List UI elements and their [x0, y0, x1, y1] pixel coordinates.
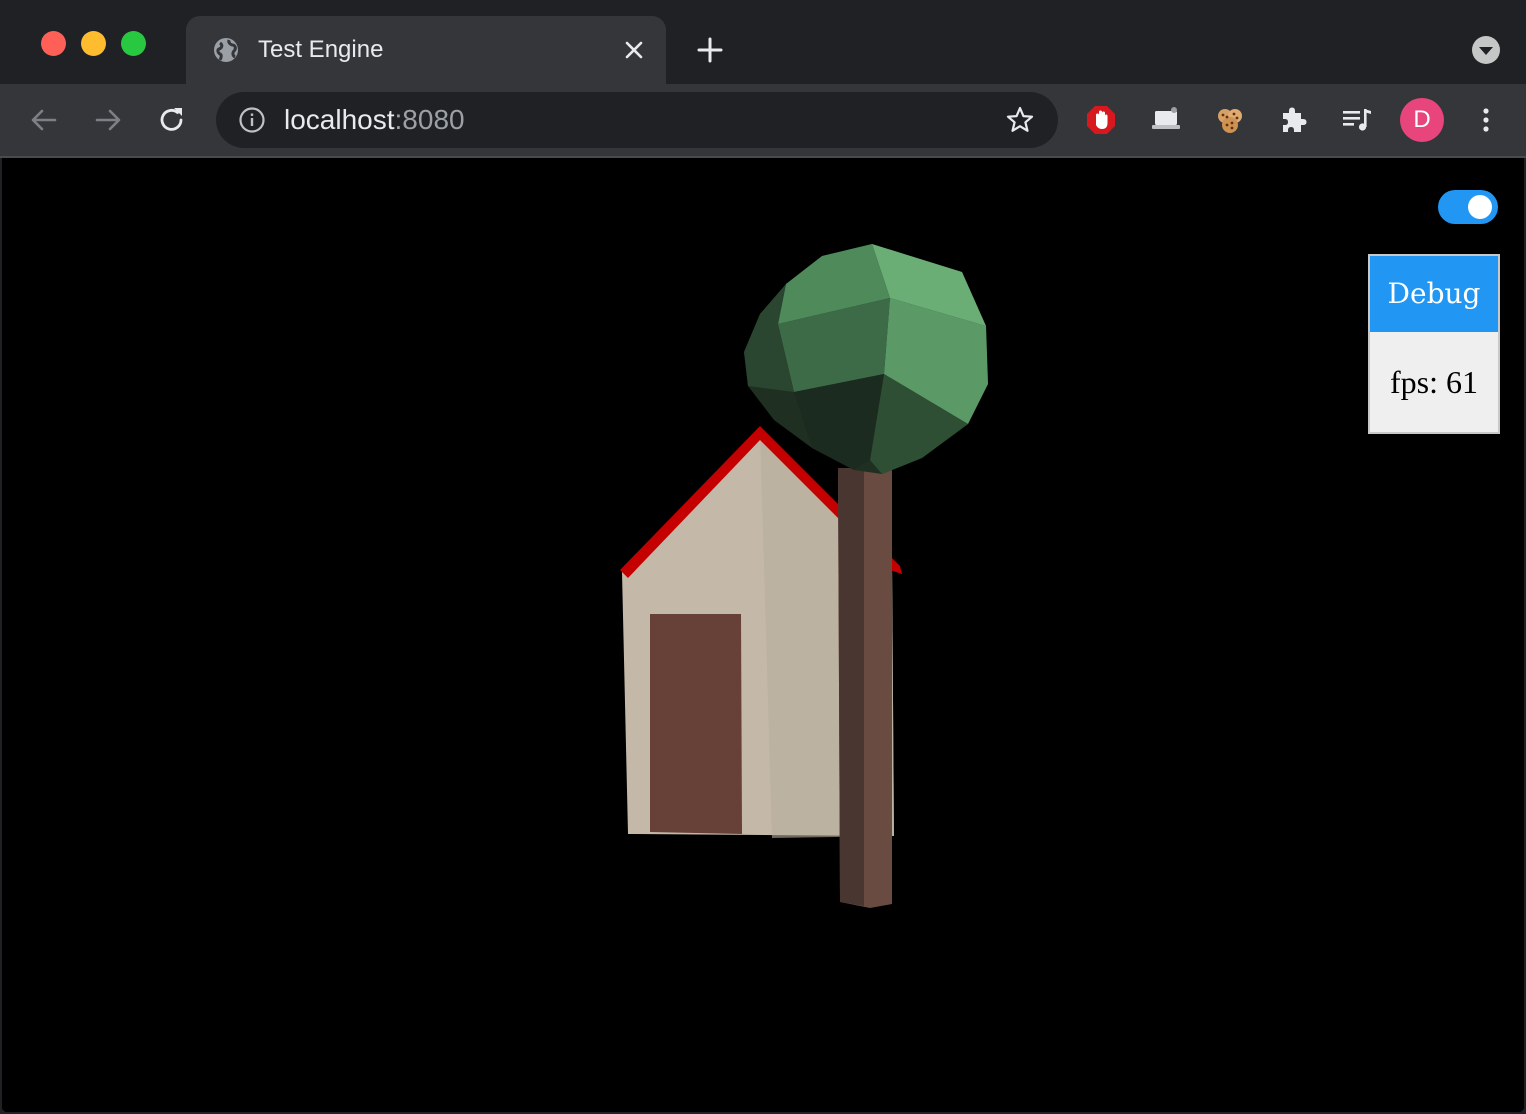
info-icon[interactable] — [238, 106, 266, 134]
reload-icon[interactable] — [156, 104, 188, 136]
close-window-button[interactable] — [41, 31, 66, 56]
close-icon[interactable] — [620, 36, 648, 64]
maximize-window-button[interactable] — [121, 31, 146, 56]
arrow-right-icon[interactable] — [92, 104, 124, 136]
url-port: :8080 — [394, 104, 465, 135]
webgl-canvas[interactable]: Debug fps: 61 — [2, 158, 1524, 1112]
url-text[interactable]: localhost:8080 — [284, 105, 465, 135]
star-icon[interactable] — [1004, 104, 1036, 136]
3d-scene — [620, 244, 988, 908]
toggle-knob — [1468, 195, 1492, 219]
tab-test-engine[interactable]: Test Engine — [186, 16, 666, 84]
chevron-down-circle-icon[interactable] — [1471, 35, 1501, 65]
tab-title: Test Engine — [258, 36, 384, 63]
arrow-left-icon[interactable] — [28, 104, 60, 136]
plus-icon[interactable] — [694, 34, 726, 66]
globe-icon — [214, 38, 238, 62]
playlist-icon[interactable] — [1341, 104, 1373, 136]
address-bar[interactable]: localhost:8080 — [216, 92, 1058, 148]
minimize-window-button[interactable] — [81, 31, 106, 56]
stop-hand-icon[interactable] — [1085, 104, 1117, 136]
kebab-menu-icon[interactable] — [1470, 104, 1502, 136]
laptop-icon[interactable] — [1150, 104, 1182, 136]
debug-title: Debug — [1370, 256, 1498, 332]
browser-toolbar: localhost:8080 D — [0, 84, 1526, 158]
cookie-icon[interactable] — [1214, 104, 1246, 136]
puzzle-icon[interactable] — [1278, 104, 1310, 136]
debug-toggle[interactable] — [1438, 190, 1498, 224]
fps-counter: fps: 61 — [1390, 364, 1478, 400]
tab-strip: Test Engine — [0, 0, 1526, 84]
browser-window: Test Engine localhost:8080 D Debug fps: … — [0, 0, 1526, 1114]
url-host: localhost — [284, 104, 395, 135]
profile-avatar[interactable]: D — [1400, 98, 1444, 142]
debug-panel: Debug fps: 61 — [1368, 254, 1500, 434]
